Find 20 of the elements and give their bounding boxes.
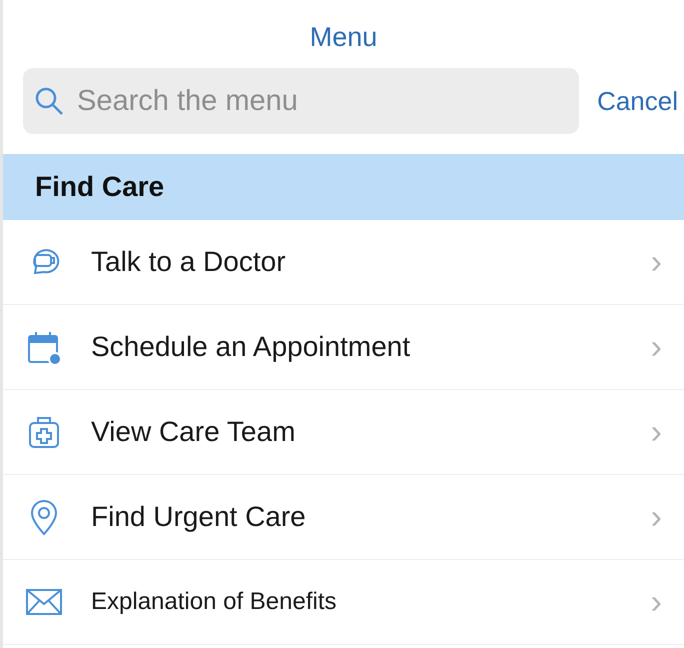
chevron-icon: ›: [650, 582, 662, 622]
chevron-icon: ›: [650, 498, 662, 536]
menu-item[interactable]: Talk to a Doctor ›: [3, 220, 684, 305]
menu-item[interactable]: View Care Team ›: [3, 390, 684, 475]
menu-item-label: Talk to a Doctor: [91, 246, 287, 278]
menu-item-label: View Care Team: [91, 416, 296, 448]
menu-item[interactable]: Explanation of Benefits ›: [3, 560, 684, 645]
menu-item[interactable]: Find Urgent Care ›: [3, 475, 684, 560]
envelope-icon: [25, 587, 63, 617]
chevron-icon: ›: [650, 242, 662, 282]
menu-item[interactable]: Schedule an Appointment ›: [3, 305, 684, 390]
cancel-button[interactable]: Cancel: [597, 86, 678, 116]
search-field[interactable]: Search the menu: [23, 68, 580, 134]
menu-item-label: Schedule an Appointment: [91, 331, 412, 363]
section-title: Find Care: [35, 171, 164, 203]
menu-title: Menu: [308, 21, 378, 54]
menu-item-label: Find Urgent Care: [91, 501, 307, 533]
menu-item-label: Explanation of Benefits: [91, 588, 338, 616]
chevron-icon: ›: [650, 412, 662, 452]
chevron-icon: ›: [650, 328, 662, 366]
